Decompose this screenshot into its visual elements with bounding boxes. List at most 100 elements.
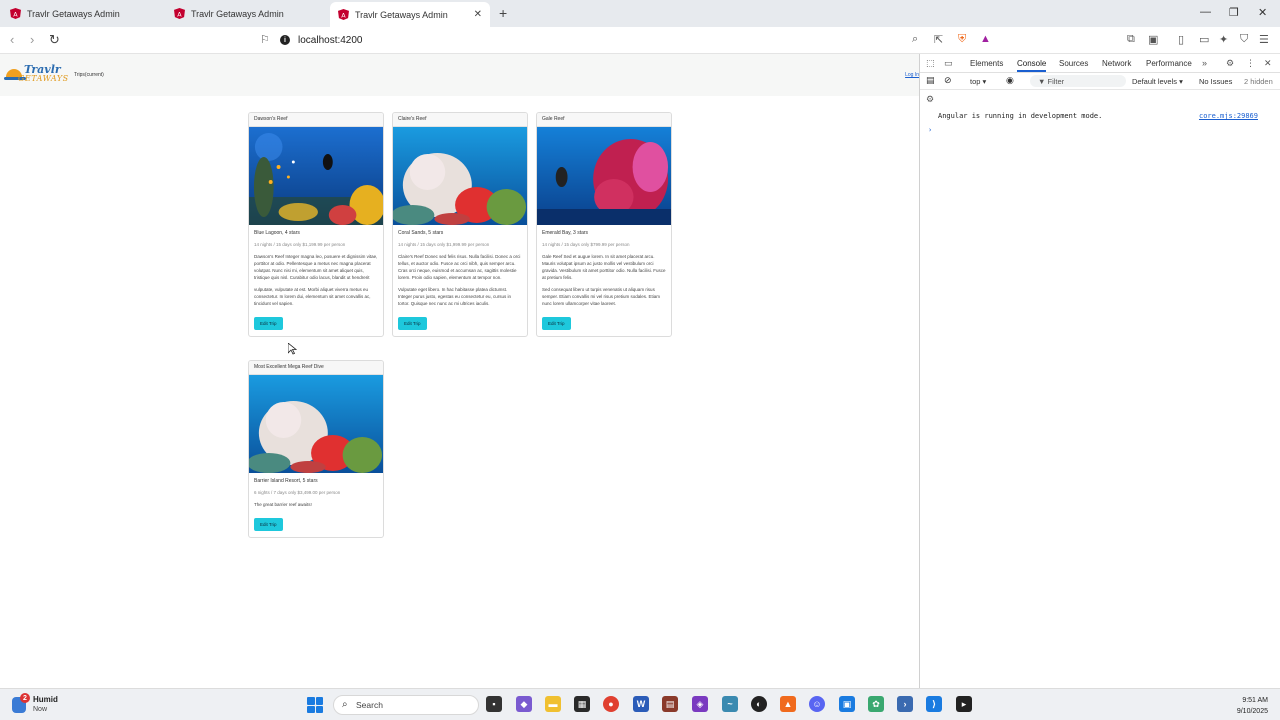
angular-icon: A [10, 8, 21, 19]
leo-ai-icon[interactable]: ✦ [1219, 33, 1228, 46]
search-placeholder: Search [356, 700, 383, 710]
mysql-icon[interactable]: ~ [722, 696, 738, 712]
inspect-element-icon[interactable]: ⬚ [926, 58, 935, 69]
brave-icon[interactable]: ▲ [780, 696, 796, 712]
system-clock[interactable]: 9:51 AM 9/10/2025 [1237, 695, 1268, 717]
back-icon[interactable]: ‹ [10, 32, 14, 47]
eye-icon[interactable]: ◉ [1006, 75, 1014, 86]
app-navbar: Travlr GETAWAYS Trips(current) Log In [0, 54, 919, 96]
chrome-icon[interactable]: ● [603, 696, 619, 712]
copilot-icon[interactable]: ◆ [516, 696, 532, 712]
sidebar-toggle-icon[interactable]: ▤ [926, 75, 935, 86]
edit-trip-button[interactable]: Edit Trip [542, 317, 571, 330]
store-icon[interactable]: ▦ [574, 696, 590, 712]
app-icon[interactable]: ◐ [751, 696, 767, 712]
extensions-icon[interactable]: ⧉ [1127, 33, 1135, 46]
devtools-tab-network[interactable]: Network [1102, 59, 1131, 68]
angular-icon: A [174, 8, 185, 19]
edit-trip-button[interactable]: Edit Trip [398, 317, 427, 330]
browser-tab-strip: A Travlr Getaways Admin A Travlr Getaway… [0, 0, 1280, 27]
menu-icon[interactable]: ☰ [1259, 33, 1269, 46]
login-link[interactable]: Log In [905, 72, 919, 78]
trip-card-header: Gale Reef [537, 113, 671, 127]
windows-start-icon[interactable] [307, 697, 323, 713]
trip-card: Claire's Reef Coral Sands, 5 stars 14 ni… [392, 112, 528, 337]
weather-title: Humid [33, 695, 58, 704]
svg-text:A: A [177, 10, 182, 18]
discord-icon[interactable]: ☺ [809, 696, 825, 712]
browser-tab[interactable]: A Travlr Getaways Admin [2, 2, 162, 25]
console-prompt[interactable]: › [928, 126, 932, 134]
close-tab-icon[interactable]: ✕ [474, 9, 482, 20]
devtools-tab-console[interactable]: Console [1017, 59, 1047, 72]
trip-description: The great barrier reef awaits! [254, 502, 312, 507]
console-settings-icon[interactable]: ⚙ [926, 94, 934, 105]
devtools-tab-performance[interactable]: Performance [1146, 59, 1192, 68]
word-icon[interactable]: W [633, 696, 649, 712]
hidden-count: 2 hidden [1244, 77, 1273, 86]
nav-link-trips[interactable]: Trips(current) [74, 72, 104, 78]
bookmark-icon[interactable]: ⚐ [260, 33, 270, 46]
log-levels-dropdown[interactable]: Default levels ▾ [1132, 77, 1183, 86]
console-toolbar: ▤ ⊘ top ▾ ◉ ▼ Filter Default levels ▾ No… [920, 73, 1280, 90]
wallet-icon[interactable]: ▭ [1199, 33, 1209, 46]
trip-image [393, 127, 527, 225]
clock-date: 9/10/2025 [1236, 708, 1268, 715]
console-message: Angular is running in development mode. [938, 112, 1103, 120]
trip-description: Claire's Reef Donec sed felis risus. Nul… [398, 254, 521, 280]
close-devtools-icon[interactable]: ✕ [1264, 58, 1272, 69]
brave-rewards-icon[interactable]: ▲ [980, 33, 991, 45]
trip-description: Gale Reef Sed et augue lorem. In sit ame… [542, 254, 666, 280]
file-explorer-icon[interactable]: ▬ [545, 696, 561, 712]
vscode-icon[interactable]: ⟩ [926, 696, 942, 712]
edit-trip-button[interactable]: Edit Trip [254, 518, 283, 531]
site-info-icon[interactable]: i [280, 35, 290, 45]
browser-tab[interactable]: A Travlr Getaways Admin [166, 2, 326, 25]
settings-icon[interactable]: ⚙ [1226, 58, 1234, 69]
visual-studio-icon[interactable]: ◈ [692, 696, 708, 712]
share-icon[interactable]: ⇱ [934, 33, 943, 46]
trip-resort: Emerald Bay, 3 stars [542, 230, 589, 236]
trip-pricing: 14 nights / 15 days only $1,199.99 per p… [254, 242, 346, 247]
more-tabs-icon[interactable]: » [1202, 58, 1207, 68]
powershell-icon[interactable]: › [897, 696, 913, 712]
browser-tab-active[interactable]: A Travlr Getaways Admin ✕ [330, 2, 490, 27]
outlook-icon[interactable]: ▣ [839, 696, 855, 712]
issues-count[interactable]: No Issues [1199, 77, 1232, 86]
edit-trip-button[interactable]: Edit Trip [254, 317, 283, 330]
trip-resort: Coral Sands, 5 stars [398, 230, 444, 236]
weather-widget[interactable]: 2 Humid Now [12, 693, 92, 717]
console-source-link[interactable]: core.mjs:29869 [1199, 112, 1258, 120]
devtools-tab-elements[interactable]: Elements [970, 59, 1003, 68]
new-tab-button[interactable]: + [499, 5, 507, 21]
more-options-icon[interactable]: ⋮ [1246, 58, 1255, 69]
restore-icon[interactable]: ❐ [1229, 6, 1239, 19]
reload-icon[interactable]: ↻ [49, 32, 60, 48]
brave-shield-icon[interactable]: ⛨ [958, 33, 966, 46]
device-toolbar-icon[interactable]: ▭ [944, 58, 953, 69]
clear-console-icon[interactable]: ⊘ [944, 75, 952, 86]
task-view-icon[interactable]: ▪ [486, 696, 502, 712]
terminal-icon[interactable]: ▸ [956, 696, 972, 712]
tab-title: Travlr Getaways Admin [191, 8, 284, 19]
app-icon[interactable]: ▤ [662, 696, 678, 712]
devtools-panel: ⬚ ▭ Elements Console Sources Network Per… [919, 54, 1280, 688]
console-filter-input[interactable]: ▼ Filter [1030, 75, 1126, 87]
app-icon[interactable]: ✿ [868, 696, 884, 712]
windows-taskbar: 2 Humid Now ⌕ Search ▪ ◆ ▬ ▦ ● W ▤ ◈ ~ ◐… [0, 688, 1280, 720]
address-bar[interactable]: i localhost:4200 [280, 30, 998, 50]
sidebar-icon[interactable]: ▯ [1178, 33, 1184, 46]
vpn-icon[interactable]: ⛉ [1240, 33, 1248, 46]
close-window-icon[interactable]: ✕ [1258, 6, 1267, 19]
tab-search-icon[interactable]: ▣ [1148, 33, 1158, 46]
minimize-icon[interactable]: — [1200, 6, 1211, 18]
taskbar-search-input[interactable]: ⌕ Search [333, 695, 479, 715]
travlr-logo[interactable]: Travlr GETAWAYS [4, 63, 68, 87]
svg-text:A: A [13, 10, 18, 18]
zoom-icon[interactable]: ⌕ [912, 33, 918, 46]
forward-icon[interactable]: › [30, 32, 34, 47]
devtools-tab-sources[interactable]: Sources [1059, 59, 1088, 68]
context-selector[interactable]: top ▾ [970, 77, 986, 86]
trip-description: vulputate, vulputate at est. Morbi aliqu… [254, 287, 371, 306]
search-icon: ⌕ [342, 699, 348, 710]
